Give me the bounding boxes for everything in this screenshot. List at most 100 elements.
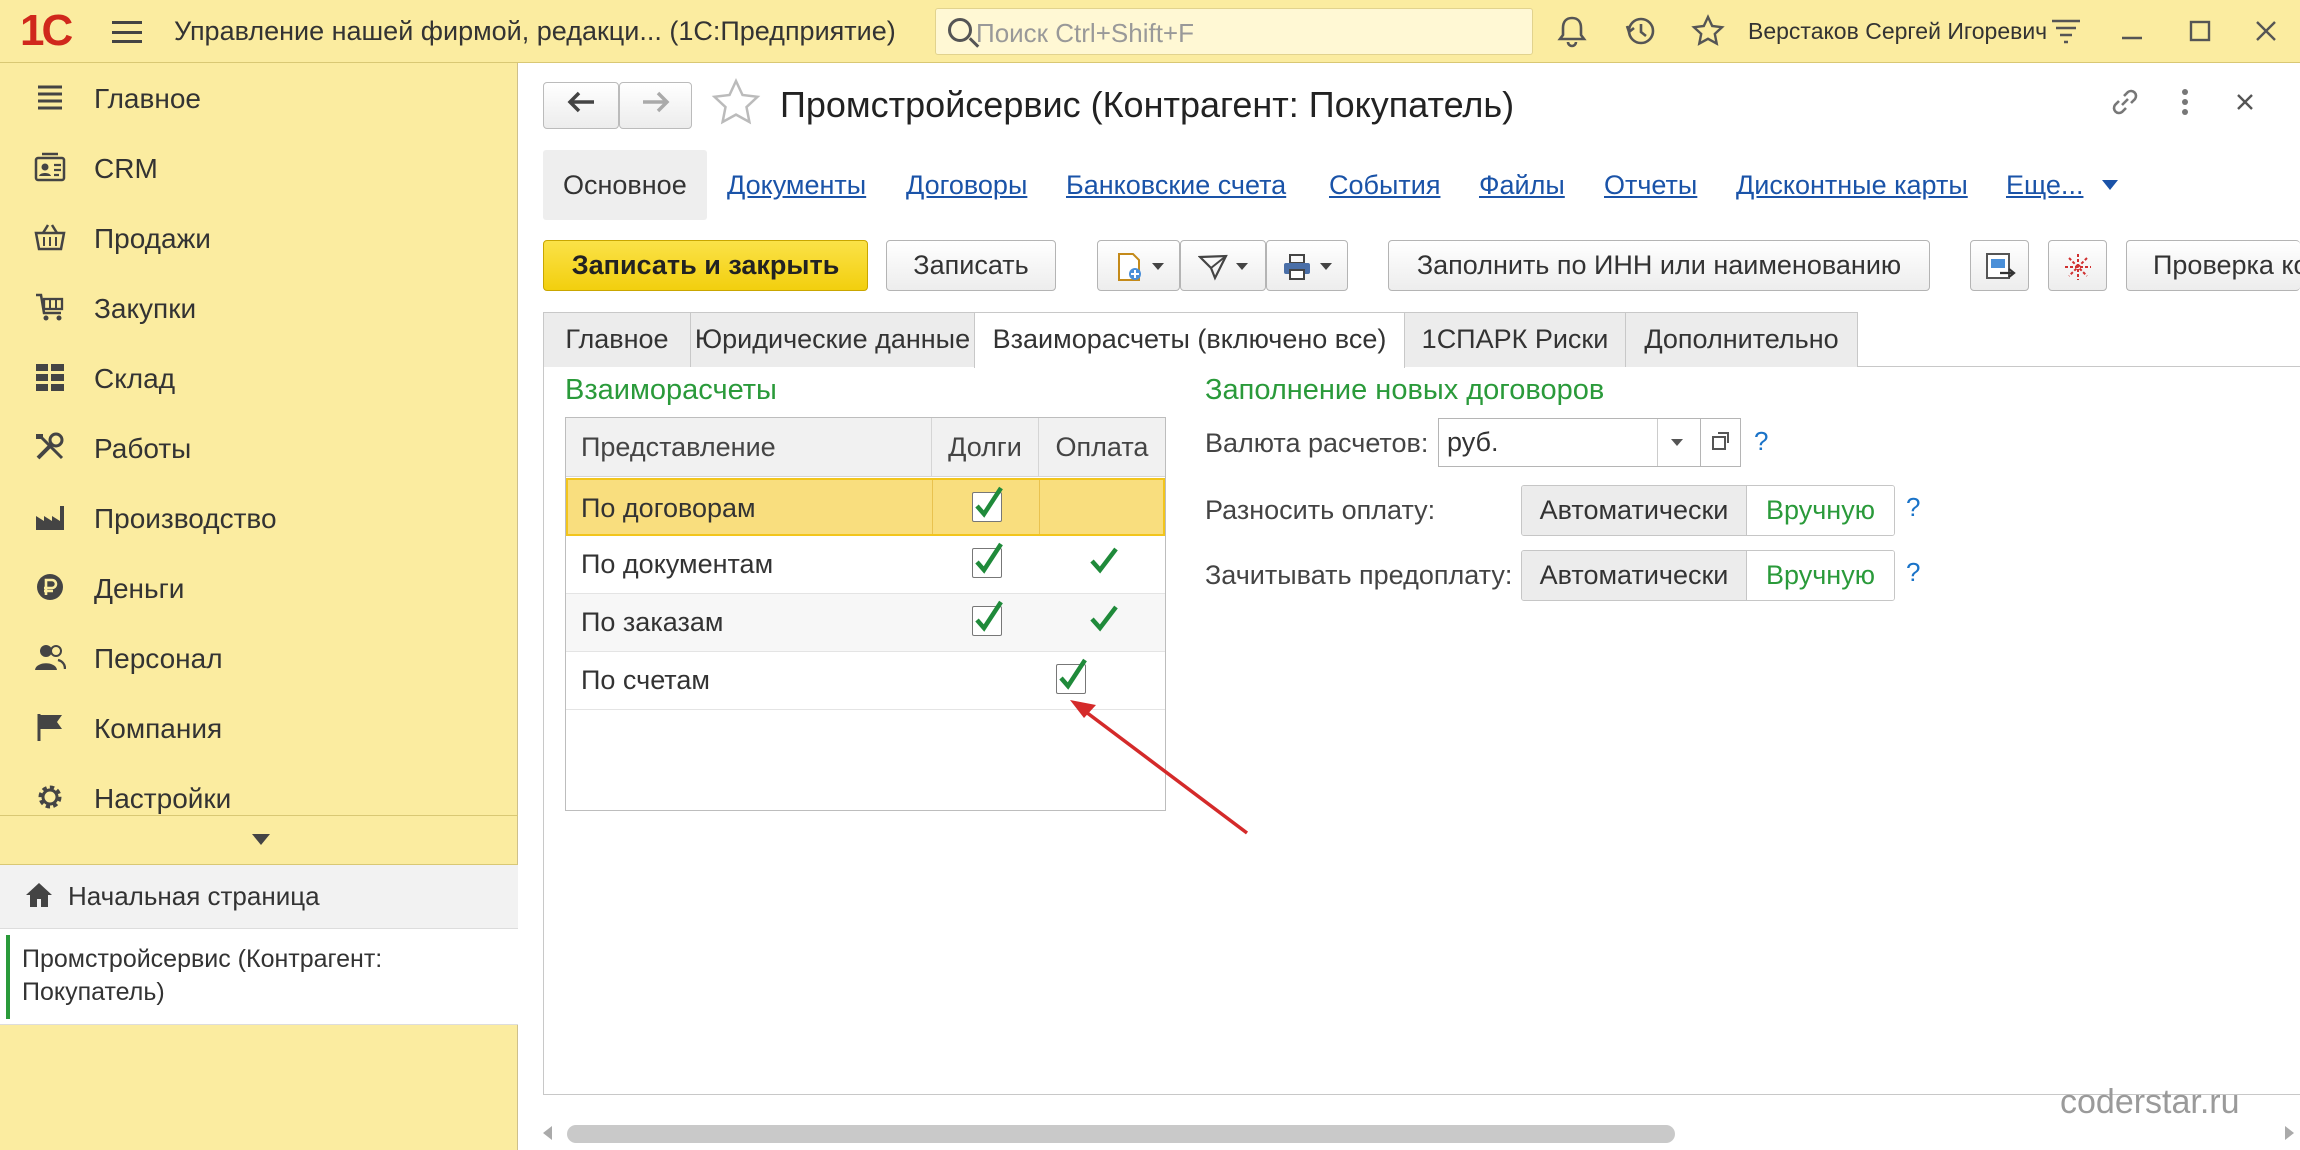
chevron-down-icon <box>252 834 270 845</box>
back-button[interactable] <box>543 82 619 129</box>
tab-main[interactable]: Главное <box>543 312 691 367</box>
link-tab-events[interactable]: События <box>1329 150 1440 220</box>
favorites-star-icon[interactable] <box>1690 14 1726 50</box>
sidebar-scroll-down[interactable] <box>0 815 518 865</box>
link-tab-files[interactable]: Файлы <box>1479 150 1565 220</box>
search-icon <box>948 18 972 42</box>
sidebar-item-label: Компания <box>94 713 223 744</box>
currency-field[interactable]: руб. <box>1438 418 1702 467</box>
search-placeholder: Поиск Ctrl+Shift+F <box>976 18 1194 48</box>
home-page-link[interactable]: Начальная страница <box>0 865 518 929</box>
fill-by-inn-button[interactable]: Заполнить по ИНН или наименованию <box>1388 240 1930 291</box>
debts-checkbox[interactable] <box>972 600 1003 636</box>
more-dropdown-icon[interactable] <box>2102 180 2118 190</box>
distribute-payment-label: Разносить оплату: <box>1205 495 1436 525</box>
home-icon <box>24 881 54 916</box>
column-header-representation[interactable]: Представление <box>566 418 932 477</box>
offset-auto-option[interactable]: Автоматически <box>1522 551 1747 600</box>
app-title: Управление нашей фирмой, редакци... (1С:… <box>174 16 896 46</box>
user-name[interactable]: Верстаков Сергей Игоревич <box>1748 18 2047 45</box>
tab-additional[interactable]: Дополнительно <box>1625 312 1858 367</box>
settlements-group-title: Взаиморасчеты <box>565 374 777 406</box>
sidebar-item-sales[interactable]: Продажи <box>0 204 518 274</box>
table-row[interactable]: По документам <box>566 536 1165 594</box>
main-menu-icon[interactable] <box>112 21 142 43</box>
link-tab-documents[interactable]: Документы <box>727 150 866 220</box>
tab-legal-data[interactable]: Юридические данные <box>690 312 975 367</box>
open-currency-button[interactable] <box>1700 418 1741 467</box>
settings-lines-icon[interactable] <box>2048 14 2084 50</box>
sidebar-item-warehouse[interactable]: Склад <box>0 344 518 414</box>
scroll-right-icon[interactable] <box>2285 1126 2294 1140</box>
new-contracts-group-title: Заполнение новых договоров <box>1205 374 1605 406</box>
contact-card-icon <box>32 152 68 186</box>
column-header-debts[interactable]: Долги <box>932 418 1039 477</box>
chevron-down-icon[interactable] <box>1657 419 1683 466</box>
maximize-icon[interactable] <box>2182 14 2218 50</box>
active-indicator <box>6 935 10 1019</box>
bell-icon[interactable] <box>1554 14 1590 50</box>
create-based-on-button[interactable] <box>1097 240 1180 291</box>
link-tab-discount-cards[interactable]: Дисконтные карты <box>1736 150 1968 220</box>
annotation-arrow <box>1070 700 1249 835</box>
app-logo[interactable]: 1С <box>20 6 73 56</box>
tab-settlements[interactable]: Взаиморасчеты (включено все) <box>974 312 1405 368</box>
close-window-icon[interactable] <box>2248 14 2284 50</box>
currency-value: руб. <box>1447 427 1499 457</box>
form-title: Промстройсервис (Контрагент: Покупатель) <box>780 84 1515 125</box>
sidebar-item-company[interactable]: Компания <box>0 694 518 764</box>
offset-help-icon[interactable]: ? <box>1906 557 1920 588</box>
sidebar-item-purchases[interactable]: Закупки <box>0 274 518 344</box>
favorite-star-icon[interactable] <box>710 78 762 138</box>
table-row[interactable]: По договорам <box>566 478 1165 536</box>
row-label: По договорам <box>581 493 756 523</box>
sidebar-item-works[interactable]: Работы <box>0 414 518 484</box>
sidebar-item-main[interactable]: Главное <box>0 64 518 134</box>
close-form-icon[interactable] <box>2230 85 2260 126</box>
minimize-icon[interactable] <box>2114 14 2150 50</box>
send-button[interactable] <box>1180 240 1266 291</box>
sidebar-item-label: Закупки <box>94 293 197 324</box>
column-header-payment[interactable]: Оплата <box>1039 418 1165 477</box>
link-tab-bank-accounts[interactable]: Банковские счета <box>1066 150 1286 220</box>
exchange-button[interactable] <box>1970 240 2029 291</box>
spark-button[interactable] <box>2048 240 2107 291</box>
sidebar-item-production[interactable]: Производство <box>0 484 518 554</box>
save-and-close-button[interactable]: Записать и закрыть <box>543 240 868 291</box>
print-button[interactable] <box>1266 240 1348 291</box>
scrollbar-thumb[interactable] <box>567 1125 1675 1143</box>
distribute-help-icon[interactable]: ? <box>1906 492 1920 523</box>
history-icon[interactable] <box>1622 14 1658 50</box>
sidebar-item-personnel[interactable]: Персонал <box>0 624 518 694</box>
scroll-left-icon[interactable] <box>543 1126 552 1140</box>
debts-checkbox[interactable] <box>972 542 1003 578</box>
row-label: По документам <box>581 549 774 579</box>
sidebar-item-label: Персонал <box>94 643 223 674</box>
warehouse-grid-icon <box>32 362 68 396</box>
distribute-manual-option[interactable]: Вручную <box>1747 486 1894 535</box>
horizontal-scrollbar[interactable] <box>543 1118 2300 1150</box>
form-tabs: Главное Юридические данные Взаиморасчеты… <box>543 312 2300 368</box>
link-tab-contracts[interactable]: Договоры <box>906 150 1027 220</box>
tab-spark-risks[interactable]: 1СПАРК Риски <box>1404 312 1626 367</box>
save-button[interactable]: Записать <box>886 240 1056 291</box>
search-input[interactable]: Поиск Ctrl+Shift+F <box>935 8 1533 55</box>
offset-manual-option[interactable]: Вручную <box>1747 551 1894 600</box>
forward-button[interactable] <box>619 82 692 129</box>
table-row[interactable]: По заказам <box>566 594 1165 652</box>
link-tab-more[interactable]: Еще... <box>2006 150 2083 220</box>
open-window-item[interactable]: Промстройсервис (Контрагент: Покупатель) <box>0 929 518 1025</box>
tools-icon <box>32 432 68 466</box>
more-actions-icon[interactable] <box>2170 85 2200 126</box>
link-icon[interactable] <box>2108 85 2142 126</box>
table-header: Представление Долги Оплата <box>566 418 1165 477</box>
sidebar-item-label: Продажи <box>94 223 211 254</box>
sidebar-item-money[interactable]: Деньги <box>0 554 518 624</box>
sidebar-item-crm[interactable]: CRM <box>0 134 518 204</box>
currency-help-icon[interactable]: ? <box>1754 426 1768 457</box>
link-tab-main[interactable]: Основное <box>543 150 707 220</box>
debts-checkbox[interactable] <box>972 486 1003 522</box>
distribute-auto-option[interactable]: Автоматически <box>1522 486 1747 535</box>
link-tab-reports[interactable]: Отчеты <box>1604 150 1697 220</box>
counterparty-check-button[interactable]: Проверка ко <box>2126 240 2300 291</box>
